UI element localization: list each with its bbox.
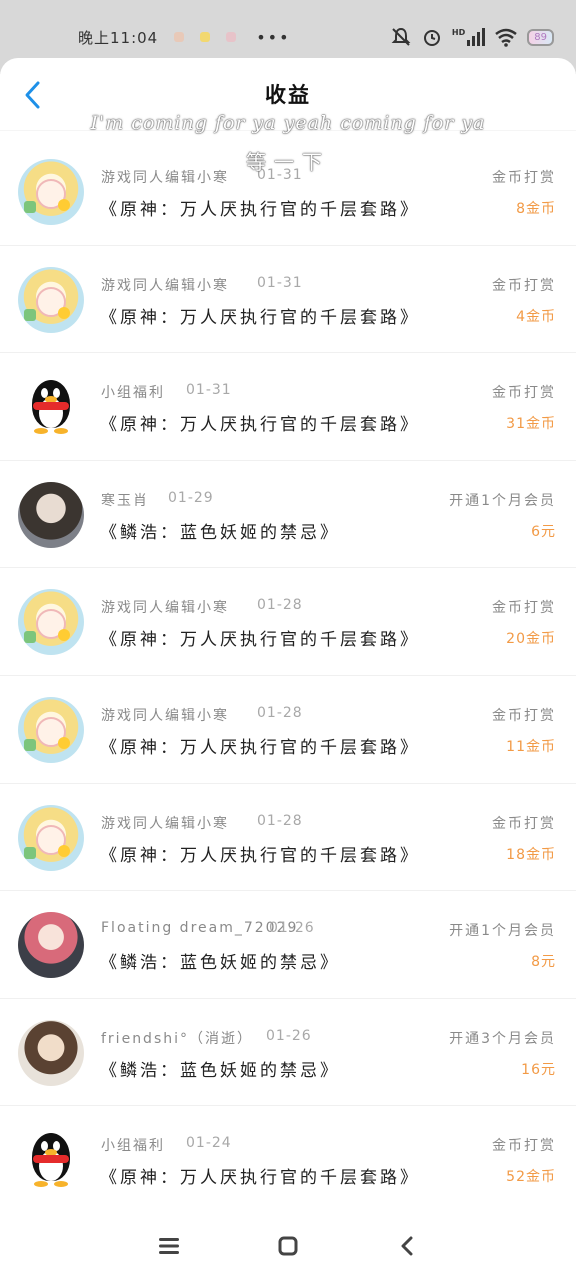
- home-square-icon: [278, 1236, 298, 1256]
- avatar[interactable]: [18, 1019, 84, 1086]
- list-item[interactable]: friendshi°（消逝） 01-26 《鳞浩：蓝色妖姬的禁忌》 开通3个月会员 16…: [0, 999, 576, 1107]
- list-item[interactable]: 寒玉肖 01-29 《鳞浩：蓝色妖姬的禁忌》 开通1个月会员 6元: [0, 461, 576, 569]
- sender-name: 游戏同人编辑小寒: [101, 170, 229, 186]
- book-title: 《鳞浩：蓝色妖姬的禁忌》: [100, 1060, 340, 1081]
- record-date: 01-28: [257, 812, 303, 829]
- list-item[interactable]: 游戏同人编辑小寒 01-28 《原神：万人厌执行官的千层套路》 金币打赏 18金币: [0, 784, 576, 892]
- status-time: 晚上11:04: [78, 28, 159, 47]
- hd-label: HD: [451, 28, 466, 37]
- record-date: 01-31: [257, 167, 303, 183]
- avatar[interactable]: [18, 696, 84, 763]
- sender-name: 游戏同人编辑小寒: [101, 815, 229, 832]
- sender-name: 小组福利: [101, 1138, 165, 1155]
- list-item[interactable]: 小组福利 01-24 《原神：万人厌执行官的千层套路》 金币打赏 52金币: [0, 1106, 576, 1214]
- recent-apps-button[interactable]: [154, 1231, 184, 1261]
- record-type: 金币打赏: [492, 385, 556, 402]
- list-item[interactable]: 游戏同人编辑小寒 01-31 《原神：万人厌执行官的千层套路》 金币打赏 8金币: [0, 138, 576, 246]
- more-notifications-icon: •••: [256, 27, 291, 47]
- record-date: 01-31: [186, 382, 232, 399]
- book-title: 《原神：万人厌执行官的千层套路》: [100, 1168, 420, 1189]
- book-title: 《原神：万人厌执行官的千层套路》: [100, 200, 420, 220]
- sender-name: friendshi°（消逝）: [101, 1030, 254, 1047]
- notification-icon: [174, 32, 185, 42]
- sender-name: 寒玉肖: [101, 492, 149, 509]
- avatar[interactable]: [18, 1127, 84, 1194]
- notification-icon: [200, 32, 211, 42]
- record-date: 01-28: [257, 704, 303, 721]
- record-amount: 18金币: [506, 846, 556, 863]
- record-date: 01-31: [257, 274, 303, 291]
- notification-icon: [226, 32, 237, 42]
- record-type: 开通1个月会员: [449, 923, 556, 940]
- record-amount: 6元: [531, 523, 556, 540]
- record-amount: 8元: [531, 954, 556, 971]
- menu-icon: [159, 1238, 180, 1254]
- wifi-icon: [495, 28, 518, 47]
- record-type: 金币打赏: [492, 277, 556, 294]
- record-type: 金币打赏: [492, 170, 556, 186]
- record-date: 01-28: [257, 597, 303, 614]
- record-date: 01-24: [186, 1135, 232, 1152]
- record-type: 开通3个月会员: [449, 1030, 556, 1047]
- avatar[interactable]: [18, 912, 84, 979]
- home-button[interactable]: [273, 1231, 303, 1261]
- battery-icon: 89: [527, 28, 554, 46]
- list-item[interactable]: 游戏同人编辑小寒 01-28 《原神：万人厌执行官的千层套路》 金币打赏 20金币: [0, 568, 576, 676]
- avatar[interactable]: [18, 266, 84, 333]
- record-amount: 20金币: [506, 631, 556, 648]
- record-date: 01-26: [266, 1027, 312, 1044]
- list-item[interactable]: Floating dream_72029 01-26 《鳞浩：蓝色妖姬的禁忌》 开通1…: [0, 891, 576, 999]
- sender-name: 游戏同人编辑小寒: [101, 600, 229, 617]
- system-back-button[interactable]: [392, 1231, 422, 1261]
- avatar[interactable]: [18, 589, 84, 656]
- book-title: 《原神：万人厌执行官的千层套路》: [100, 415, 420, 436]
- back-triangle-icon: [401, 1236, 413, 1256]
- list-item[interactable]: 游戏同人编辑小寒 01-28 《原神：万人厌执行官的千层套路》 金币打赏 11金币: [0, 676, 576, 784]
- book-title: 《鳞浩：蓝色妖姬的禁忌》: [100, 522, 340, 543]
- record-amount: 8金币: [516, 201, 556, 217]
- record-type: 开通1个月会员: [449, 492, 556, 509]
- sender-name: 游戏同人编辑小寒: [101, 707, 229, 724]
- record-amount: 11金币: [506, 738, 556, 755]
- record-type: 金币打赏: [492, 600, 556, 617]
- page-header: 收益: [0, 58, 576, 130]
- book-title: 《鳞浩：蓝色妖姬的禁忌》: [100, 953, 340, 974]
- hd-signal-icon: HD: [451, 28, 486, 46]
- list-item[interactable]: 小组福利 01-31 《原神：万人厌执行官的千层套路》 金币打赏 31金币: [0, 353, 576, 461]
- record-amount: 31金币: [506, 416, 556, 433]
- mute-bell-icon: [391, 27, 411, 46]
- chevron-left-icon: [25, 81, 40, 109]
- book-title: 《原神：万人厌执行官的千层套路》: [100, 845, 420, 866]
- record-amount: 16元: [521, 1061, 556, 1078]
- avatar[interactable]: [18, 481, 84, 548]
- record-type: 金币打赏: [492, 815, 556, 832]
- book-title: 《原神：万人厌执行官的千层套路》: [100, 630, 420, 651]
- record-amount: 52金币: [506, 1169, 556, 1186]
- earnings-list: 游戏同人编辑小寒 01-31 《原神：万人厌执行官的千层套路》 金币打赏 8金币 游戏同人…: [0, 138, 576, 1214]
- sender-name: 游戏同人编辑小寒: [101, 277, 229, 294]
- record-date: 01-29: [168, 489, 214, 506]
- book-title: 《原神：万人厌执行官的千层套路》: [100, 737, 420, 758]
- avatar[interactable]: [18, 374, 84, 441]
- alarm-icon: [423, 30, 440, 46]
- avatar[interactable]: [18, 804, 84, 871]
- status-icons: HD 89: [390, 26, 554, 48]
- list-item[interactable]: 游戏同人编辑小寒 01-31 《原神：万人厌执行官的千层套路》 金币打赏 4金币: [0, 246, 576, 354]
- record-type: 金币打赏: [492, 1138, 556, 1155]
- record-date: 01-26: [269, 920, 315, 937]
- page-title: 收益: [265, 83, 311, 107]
- sender-name: 小组福利: [101, 385, 165, 402]
- system-nav-bar: [0, 1212, 576, 1280]
- back-button[interactable]: [20, 80, 48, 110]
- record-type: 金币打赏: [492, 707, 556, 724]
- record-amount: 4金币: [516, 308, 556, 325]
- avatar[interactable]: [18, 159, 84, 225]
- book-title: 《原神：万人厌执行官的千层套路》: [100, 307, 420, 328]
